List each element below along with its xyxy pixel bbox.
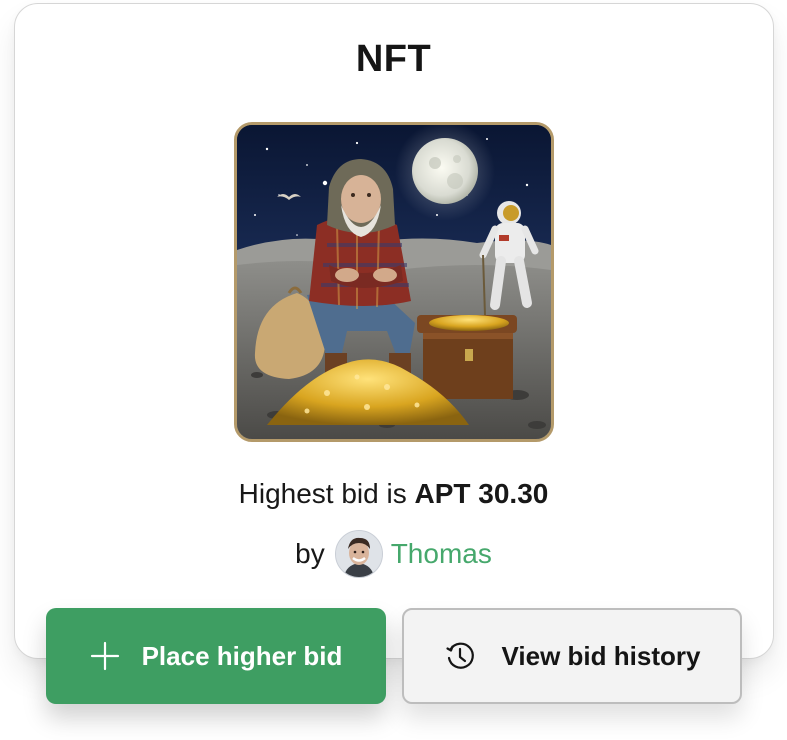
- owner-name-link[interactable]: Thomas: [391, 538, 492, 570]
- by-label: by: [295, 538, 325, 569]
- plus-icon: [90, 641, 120, 671]
- owner-line: by Thomas: [0, 530, 787, 578]
- view-bid-history-button[interactable]: View bid history: [402, 608, 742, 704]
- place-higher-bid-button[interactable]: Place higher bid: [46, 608, 386, 704]
- card-title: NFT: [355, 38, 432, 80]
- nft-artwork[interactable]: [234, 122, 554, 442]
- highest-bid-text: Highest bid is APT 30.30: [0, 478, 787, 510]
- stage: NFT Highest bid is APT 30.30 by Thomas P…: [0, 0, 787, 740]
- highest-bid-amount: APT 30.30: [414, 478, 549, 509]
- place-higher-bid-label: Place higher bid: [141, 640, 343, 671]
- artwork-illustration: [237, 125, 551, 439]
- history-clock-icon: [444, 640, 476, 672]
- highest-bid-prefix: Highest bid is: [238, 478, 407, 509]
- avatar-image: [335, 531, 382, 577]
- view-bid-history-label: View bid history: [501, 640, 701, 671]
- avatar[interactable]: [334, 530, 383, 578]
